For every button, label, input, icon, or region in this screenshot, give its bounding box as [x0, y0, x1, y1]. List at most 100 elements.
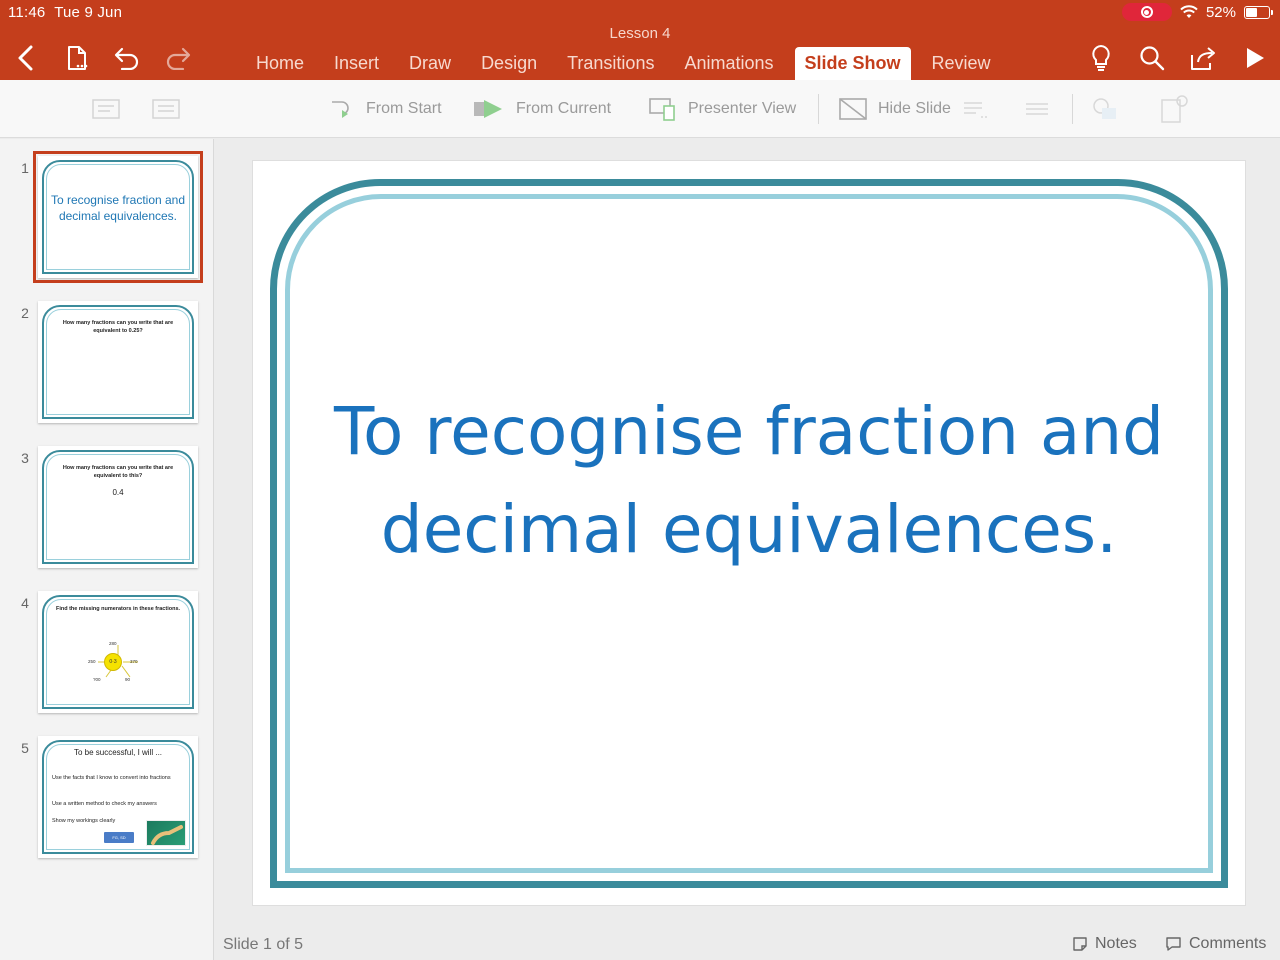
- ribbon-tabs: Home Insert Draw Design Transitions Animation…: [241, 47, 1006, 80]
- back-button[interactable]: [8, 40, 44, 76]
- screen-recording-indicator[interactable]: [1121, 3, 1172, 21]
- comments-button[interactable]: Comments: [1165, 935, 1266, 953]
- tab-insert[interactable]: Insert: [319, 47, 394, 80]
- chevron-left-icon: [18, 45, 33, 71]
- app-header: 11:46 Tue 9 Jun 52% Lesson 4 Home Insert D…: [0, 0, 1280, 80]
- share-button[interactable]: [1185, 40, 1221, 76]
- thumbnail-center-value: 0·3: [104, 653, 122, 671]
- thumbnail-number: 5: [21, 740, 29, 756]
- slide-canvas[interactable]: To recognise fraction and decimal equiva…: [253, 161, 1245, 905]
- thumbnail-text: To recognise fraction and decimal equiva…: [50, 193, 186, 223]
- wifi-icon: [1180, 5, 1198, 18]
- hide-slide-icon: [838, 96, 868, 122]
- ribbon-separator: [1072, 94, 1073, 124]
- tab-animations[interactable]: Animations: [669, 47, 788, 80]
- presenter-view-button[interactable]: Presenter View: [648, 92, 796, 126]
- thumbnail-label: 90: [125, 677, 131, 682]
- align-icon: [1026, 103, 1048, 115]
- slide-thumbnail-2[interactable]: How many fractions can you write that ar…: [38, 301, 198, 423]
- file-icon: [68, 46, 88, 70]
- slide-thumbnail-1[interactable]: To recognise fraction and decimal equiva…: [33, 151, 203, 283]
- from-current-button[interactable]: From Current: [472, 92, 611, 126]
- presenter-view-icon: [648, 96, 678, 122]
- notes-label: Notes: [1095, 935, 1137, 952]
- tab-draw[interactable]: Draw: [394, 47, 466, 80]
- slideshow-ribbon: From Start From Current Presenter View H…: [0, 80, 1280, 138]
- undo-icon: [114, 47, 139, 70]
- tab-transitions[interactable]: Transitions: [552, 47, 669, 80]
- battery-icon: [1244, 5, 1273, 19]
- lightbulb-icon: [1092, 44, 1110, 71]
- battery-percent: 52%: [1205, 3, 1236, 21]
- search-button[interactable]: [1134, 40, 1170, 76]
- thumbnail-label: 280: [109, 641, 117, 646]
- from-current-icon: [472, 96, 506, 122]
- ribbon-separator: [818, 94, 819, 124]
- comments-label: Comments: [1189, 935, 1267, 952]
- file-button[interactable]: [59, 40, 95, 76]
- list-icon: [964, 102, 987, 118]
- search-icon: [1140, 46, 1165, 71]
- thumbnail-text: Find the missing numerators in these fra…: [55, 606, 181, 612]
- slide-title[interactable]: To recognise fraction and decimal equiva…: [253, 383, 1245, 579]
- thumbnail-line: Use the facts that I know to convert int…: [52, 775, 171, 781]
- tab-slide-show[interactable]: Slide Show: [794, 47, 911, 80]
- status-time: 11:46: [8, 4, 46, 21]
- shapes-icon: [1093, 98, 1116, 119]
- play-slideshow-button[interactable]: [1237, 40, 1273, 76]
- thumbnail-text: How many fractions can you write that ar…: [62, 320, 174, 334]
- ribbon-disabled-button-1[interactable]: [90, 92, 122, 126]
- tab-design[interactable]: Design: [466, 47, 552, 80]
- thumbnail-label: 250: [88, 659, 96, 664]
- play-icon: [1247, 48, 1264, 68]
- slide-thumbnail-5[interactable]: To be successful, I will ... Use the fac…: [38, 736, 198, 858]
- thumbnail-text: How many fractions can you write that ar…: [62, 465, 174, 479]
- status-date: Tue 9 Jun: [54, 4, 123, 21]
- from-start-button[interactable]: From Start: [328, 92, 442, 126]
- slide-layout-icon: [152, 99, 180, 119]
- notes-button[interactable]: Notes: [1072, 935, 1137, 953]
- tab-review[interactable]: Review: [917, 47, 1006, 80]
- slide-thumbnail-panel: 1 To recognise fraction and decimal equi…: [0, 139, 214, 960]
- thumbnail-label: ?00: [93, 677, 101, 682]
- thumbnail-badge: FG, SD: [104, 832, 134, 843]
- thumbnail-number: 4: [21, 595, 29, 611]
- hide-slide-button[interactable]: Hide Slide: [838, 92, 951, 126]
- record-icon: [1140, 6, 1153, 18]
- notes-icon: [1073, 937, 1087, 951]
- ribbon-disabled-button-6[interactable]: [1158, 92, 1190, 126]
- undo-button[interactable]: [109, 40, 145, 76]
- ribbon-disabled-button-4[interactable]: [1022, 92, 1052, 126]
- thumbnail-title: To be successful, I will ...: [73, 748, 163, 757]
- thumbnail-number: 3: [21, 450, 29, 466]
- tab-home[interactable]: Home: [241, 47, 319, 80]
- redo-button[interactable]: [160, 40, 196, 76]
- status-bar: Slide 1 of 5 Notes Comments: [215, 928, 1280, 960]
- battery-level: [1246, 7, 1258, 17]
- slide-layout-icon: [92, 99, 120, 119]
- thumbnail-line: Use a written method to check my answers: [52, 801, 157, 807]
- thumbnail-label: 370: [130, 659, 138, 664]
- from-start-icon: [328, 96, 356, 122]
- slide-thumbnail-4[interactable]: Find the missing numerators in these fra…: [38, 591, 198, 713]
- comment-icon: [1166, 937, 1181, 951]
- presenter-view-label: Presenter View: [688, 100, 797, 117]
- from-current-label: From Current: [516, 100, 612, 117]
- settings-doc-icon: [1161, 95, 1188, 123]
- thumbnail-number: 2: [21, 305, 29, 321]
- from-start-label: From Start: [366, 100, 442, 117]
- slide-thumbnail-3[interactable]: How many fractions can you write that ar…: [38, 446, 198, 568]
- tell-me-button[interactable]: [1083, 40, 1119, 76]
- status-indicators: 52%: [1121, 3, 1273, 21]
- thumbnail-value: 0.4: [112, 488, 124, 497]
- thumbnail-number: 1: [21, 160, 29, 176]
- thumbnail-hand-image: [146, 820, 186, 846]
- status-time-date: 11:46 Tue 9 Jun: [8, 4, 122, 21]
- share-icon: [1191, 47, 1215, 70]
- slide-counter: Slide 1 of 5: [223, 936, 304, 953]
- hide-slide-label: Hide Slide: [878, 100, 951, 117]
- ribbon-disabled-button-3[interactable]: [960, 92, 990, 126]
- ribbon-disabled-button-5[interactable]: [1090, 92, 1120, 126]
- redo-icon: [166, 47, 191, 70]
- ribbon-disabled-button-2[interactable]: [150, 92, 182, 126]
